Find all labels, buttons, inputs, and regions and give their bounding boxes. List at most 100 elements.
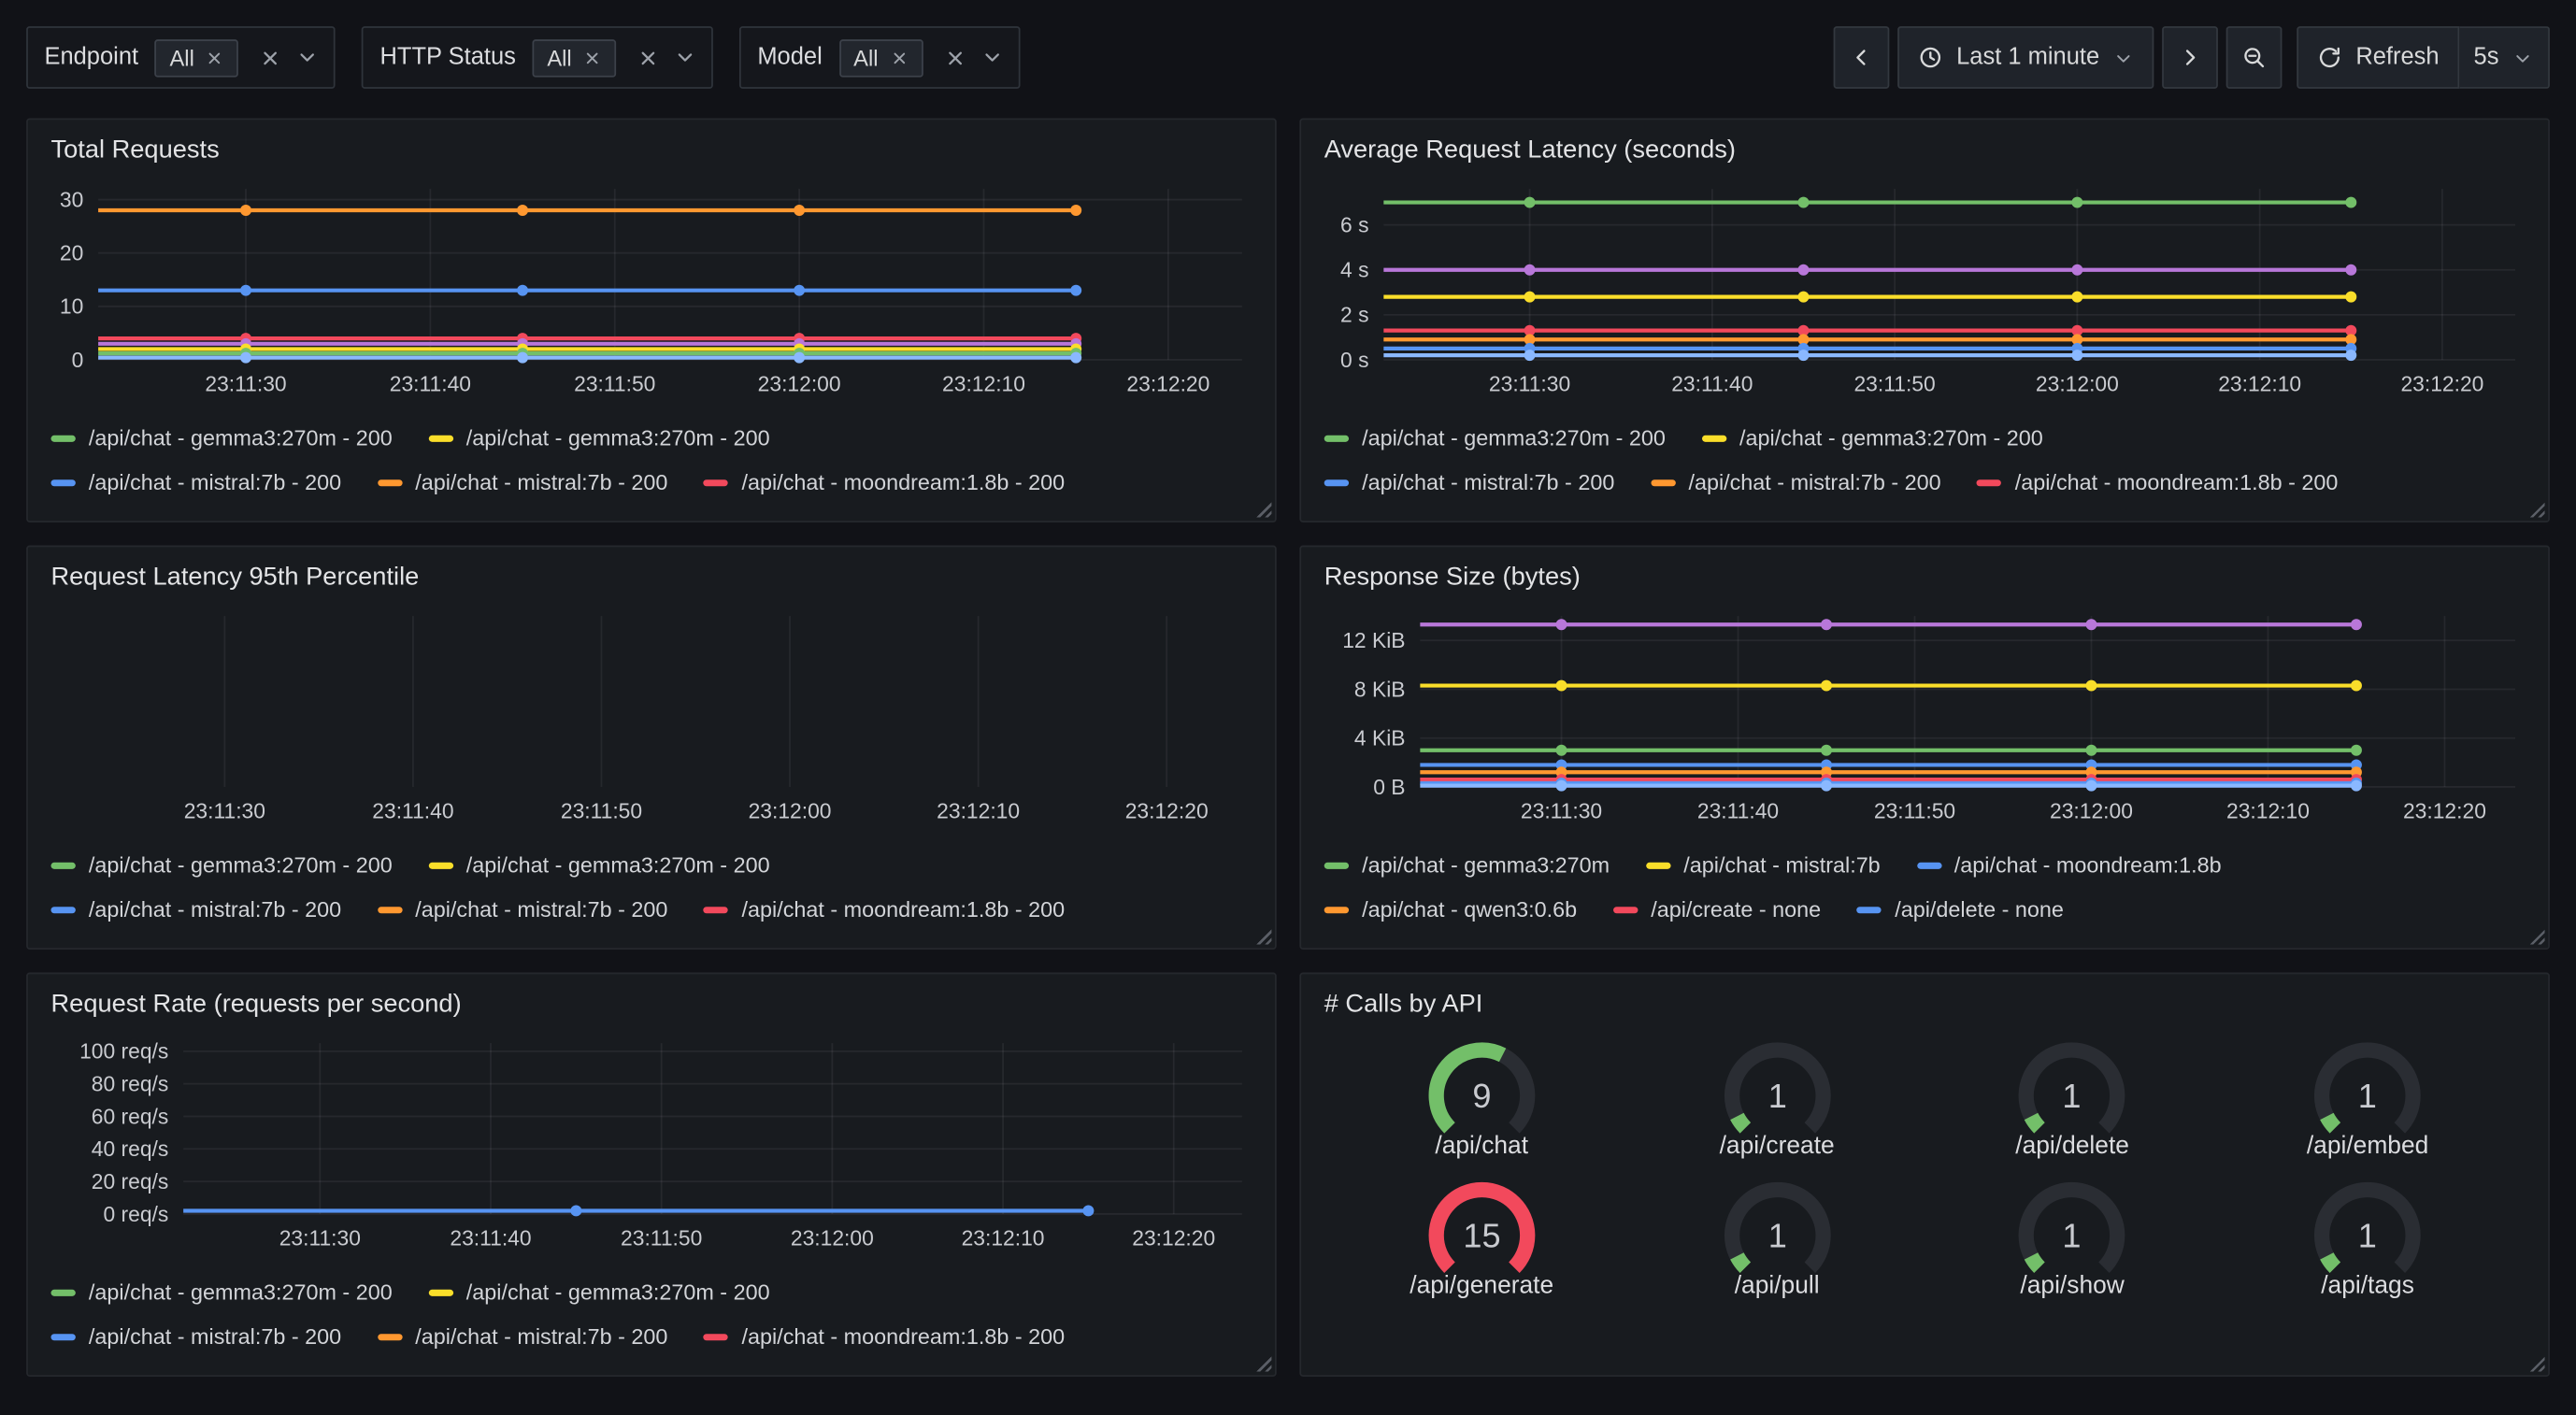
legend-item[interactable]: /api/chat - gemma3:270m - 200 [50, 852, 392, 877]
panel-title[interactable]: Total Requests [50, 136, 1254, 166]
zoom-out-button[interactable] [2225, 26, 2282, 89]
panel-resize-handle[interactable] [2526, 1353, 2544, 1371]
filter-value-chip[interactable]: All [532, 38, 616, 76]
legend-item[interactable]: /api/chat - mistral:7b - 200 [50, 470, 341, 494]
legend-item[interactable]: /api/chat - moondream:1.8b - 200 [704, 470, 1065, 494]
chart-canvas[interactable]: 23:11:3023:11:4023:11:5023:12:0023:12:10… [1321, 176, 2528, 403]
legend-item[interactable]: /api/chat - gemma3:270m - 200 [1324, 425, 1666, 450]
panel-resize-handle[interactable] [1253, 499, 1271, 517]
time-range-picker-button[interactable]: Last 1 minute [1897, 26, 2154, 89]
variable-filter-endpoint[interactable]: Endpoint All [26, 26, 336, 89]
chevron-down-icon[interactable] [296, 46, 320, 69]
chart-canvas[interactable]: 23:11:3023:11:4023:11:5023:12:0023:12:10… [48, 176, 1255, 403]
legend-row: /api/chat - gemma3:270m/api/chat - mistr… [1324, 843, 2528, 887]
legend-label: /api/chat - gemma3:270m [1362, 852, 1610, 877]
series-point [2071, 264, 2082, 276]
chevron-down-icon [2512, 47, 2534, 68]
x-tick-label: 23:11:30 [184, 798, 265, 822]
panel-title[interactable]: Average Request Latency (seconds) [1324, 136, 2528, 166]
legend-row: /api/chat - gemma3:270m - 200/api/chat -… [50, 843, 1254, 887]
series-point [2345, 197, 2356, 208]
refresh-button[interactable]: Refresh [2297, 26, 2459, 89]
series-point [517, 205, 528, 216]
panel-resize-handle[interactable] [1253, 1353, 1271, 1371]
legend-item[interactable]: /api/chat - mistral:7b - 200 [378, 470, 668, 494]
legend-item[interactable]: /api/chat - moondream:1.8b - 200 [1977, 470, 2338, 494]
y-tick-label: 0 [72, 348, 84, 372]
legend-item[interactable]: /api/chat - gemma3:270m - 200 [1702, 425, 2043, 450]
chart-canvas[interactable]: 23:11:3023:11:4023:11:5023:12:0023:12:10… [48, 603, 1255, 830]
remove-value-icon[interactable] [206, 49, 223, 66]
refresh-interval-button[interactable]: 5s [2459, 26, 2550, 89]
panel-resize-handle[interactable] [2526, 499, 2544, 517]
x-tick-label: 23:12:10 [2226, 798, 2310, 822]
legend-item[interactable]: /api/chat - moondream:1.8b [1916, 852, 2221, 877]
legend-item[interactable]: /api/create - none [1613, 897, 1821, 922]
time-shift-back-button[interactable] [1833, 26, 1889, 89]
y-tick-label: 12 KiB [1342, 628, 1405, 652]
legend-item[interactable]: /api/chat - gemma3:270m - 200 [428, 852, 769, 877]
legend-item[interactable]: /api/chat - mistral:7b - 200 [1324, 470, 1615, 494]
legend-item[interactable]: /api/chat - gemma3:270m - 200 [50, 425, 392, 450]
legend-row: /api/chat - mistral:7b - 200/api/chat - … [50, 1314, 1254, 1358]
chart-canvas[interactable]: 23:11:30 23:11:40 23:11:50 23:12:00 23:12:10… [48, 1030, 1255, 1257]
legend-item[interactable]: /api/chat - moondream:1.8b - 200 [704, 1324, 1065, 1349]
variable-filter-model[interactable]: Model All [739, 26, 1020, 89]
panel-title[interactable]: # Calls by API [1324, 991, 2528, 1021]
chart-canvas[interactable]: 23:11:3023:11:4023:11:5023:12:0023:12:10… [1321, 603, 2528, 830]
time-shift-forward-button[interactable] [2162, 26, 2218, 89]
legend-item[interactable]: /api/chat - gemma3:270m - 200 [50, 1279, 392, 1304]
legend-label: /api/chat - mistral:7b - 200 [415, 897, 667, 922]
legend-item[interactable]: /api/chat - mistral:7b - 200 [378, 897, 668, 922]
series-point [1556, 745, 1567, 756]
chevron-down-icon[interactable] [674, 46, 697, 69]
x-tick-label: 23:11:40 [390, 371, 471, 395]
legend-item[interactable]: /api/chat - mistral:7b - 200 [50, 897, 341, 922]
x-tick-label: 23:11:40 [450, 1225, 531, 1250]
legend-item[interactable]: /api/chat - mistral:7b - 200 [1651, 470, 1941, 494]
legend-item[interactable]: /api/chat - moondream:1.8b - 200 [704, 897, 1065, 922]
gauge-api-tags: 1/api/tags [2220, 1177, 2515, 1300]
panel-request-rate-requests-per-second: Request Rate (requests per second) 23:11… [26, 973, 1277, 1377]
y-tick-label: 80 req/s [92, 1072, 169, 1096]
clear-filter-icon[interactable] [944, 47, 966, 68]
legend-item[interactable]: /api/chat - gemma3:270m [1324, 852, 1610, 877]
chart-legend: /api/chat - gemma3:270m - 200/api/chat -… [50, 1270, 1254, 1359]
x-tick-label: 23:12:20 [1132, 1225, 1215, 1250]
x-tick-label: 23:12:10 [962, 1225, 1045, 1250]
x-tick-label: 23:11:50 [574, 371, 655, 395]
legend-item[interactable]: /api/chat - gemma3:270m - 200 [428, 1279, 769, 1304]
legend-row: /api/chat - gemma3:270m - 200/api/chat -… [1324, 416, 2528, 460]
clear-filter-icon[interactable] [260, 47, 281, 68]
y-tick-label: 0 req/s [103, 1202, 168, 1226]
panel-title[interactable]: Response Size (bytes) [1324, 564, 2528, 593]
gauge-api-create: 1/api/create [1629, 1036, 1925, 1160]
filter-value: All [853, 45, 878, 69]
legend-item[interactable]: /api/chat - gemma3:270m - 200 [428, 425, 769, 450]
panel-title[interactable]: Request Latency 95th Percentile [50, 564, 1254, 593]
legend-item[interactable]: /api/chat - mistral:7b [1646, 852, 1881, 877]
variable-filter-http-status[interactable]: HTTP Status All [362, 26, 713, 89]
legend-item[interactable]: /api/chat - mistral:7b - 200 [378, 1324, 668, 1349]
filter-value-chip[interactable]: All [155, 38, 239, 76]
remove-value-icon[interactable] [890, 49, 908, 66]
series-point [794, 205, 805, 216]
x-tick-label: 23:12:00 [791, 1225, 874, 1250]
panel-resize-handle[interactable] [2526, 926, 2544, 944]
legend-item[interactable]: /api/delete - none [1857, 897, 2064, 922]
panel-title[interactable]: Request Rate (requests per second) [50, 991, 1254, 1021]
panel-response-size-bytes: Response Size (bytes) 23:11:3023:11:4023… [1299, 546, 2550, 950]
gauge-value: 1 [1767, 1216, 1786, 1254]
series-point [1797, 350, 1809, 361]
chevron-down-icon [2112, 47, 2134, 68]
panel-resize-handle[interactable] [1253, 926, 1271, 944]
x-tick-label: 23:11:50 [621, 1225, 702, 1250]
legend-label: /api/chat - mistral:7b - 200 [415, 470, 667, 494]
legend-item[interactable]: /api/chat - qwen3:0.6b [1324, 897, 1577, 922]
x-tick-label: 23:11:30 [279, 1225, 361, 1250]
filter-value-chip[interactable]: All [838, 38, 923, 76]
legend-item[interactable]: /api/chat - mistral:7b - 200 [50, 1324, 341, 1349]
clear-filter-icon[interactable] [637, 47, 659, 68]
chevron-down-icon[interactable] [980, 46, 1004, 69]
remove-value-icon[interactable] [583, 49, 601, 66]
